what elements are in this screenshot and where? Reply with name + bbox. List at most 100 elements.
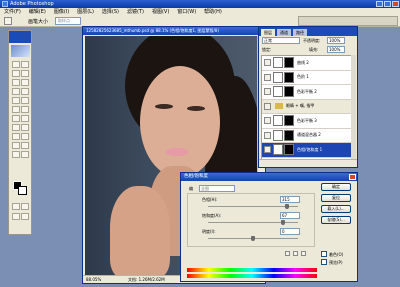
- zoom-tool-icon[interactable]: [21, 151, 29, 158]
- eyedropper-minus-icon[interactable]: [301, 251, 306, 256]
- tab-layers[interactable]: 图层: [261, 29, 275, 36]
- eye-icon[interactable]: [264, 146, 271, 154]
- lasso-tool-icon[interactable]: [12, 70, 20, 77]
- type-tool-icon[interactable]: [21, 124, 29, 131]
- lightness-slider-thumb[interactable]: [251, 236, 255, 241]
- maximize-icon[interactable]: [384, 1, 391, 7]
- standard-mode-icon[interactable]: [12, 203, 20, 210]
- layer-row-active[interactable]: 色相/饱和度 1: [262, 143, 354, 158]
- layer-mask-thumbnail[interactable]: [284, 129, 294, 141]
- dodge-tool-icon[interactable]: [21, 115, 29, 122]
- window-controls: [376, 1, 399, 7]
- reset-button[interactable]: 复位: [321, 194, 351, 202]
- zoom-level[interactable]: 88.05%: [86, 276, 101, 284]
- edit-range-select[interactable]: 全图: [199, 185, 235, 192]
- ok-button[interactable]: 确定: [321, 183, 351, 191]
- eyedropper-plus-icon[interactable]: [293, 251, 298, 256]
- eye-icon[interactable]: [264, 117, 271, 125]
- menu-filter[interactable]: 滤镜(T): [127, 8, 144, 15]
- dialog-title[interactable]: 色相/饱和度: [181, 173, 357, 181]
- layer-row[interactable]: 曲线 2: [262, 56, 354, 71]
- adjustment-thumbnail: [273, 57, 283, 69]
- menu-window[interactable]: 窗口(W): [177, 8, 196, 15]
- move-tool-icon[interactable]: [21, 61, 29, 68]
- photoshop-logo: [11, 45, 30, 57]
- menu-select[interactable]: 选择(S): [102, 8, 119, 15]
- close-icon[interactable]: [349, 174, 356, 180]
- hand-tool-icon[interactable]: [12, 151, 20, 158]
- clone-stamp-tool-icon[interactable]: [12, 97, 20, 104]
- toolbox-header: [9, 31, 31, 43]
- preview-checkbox[interactable]: 预览(P): [321, 259, 343, 266]
- path-selection-tool-icon[interactable]: [12, 124, 20, 131]
- tab-paths[interactable]: 路径: [293, 29, 307, 36]
- layer-row[interactable]: 色阶 1: [262, 71, 354, 85]
- pen-tool-icon[interactable]: [12, 133, 20, 140]
- eye-icon[interactable]: [264, 88, 271, 96]
- layer-mask-thumbnail[interactable]: [284, 86, 294, 98]
- screen-mode-icon[interactable]: [12, 213, 20, 220]
- eyedropper-icon[interactable]: [285, 251, 290, 256]
- layer-row[interactable]: 通道混合器 2: [262, 129, 354, 143]
- hue-input[interactable]: 315: [280, 196, 300, 203]
- menu-layer[interactable]: 图层(L): [77, 8, 94, 15]
- menu-file[interactable]: 文件(F): [4, 8, 21, 15]
- hue-saturation-dialog: 色相/饱和度 编 全图 色相(H): 315 饱和度(A): 67 明度(I):…: [180, 172, 358, 282]
- background-color-swatch[interactable]: [18, 186, 27, 195]
- layer-mask-thumbnail[interactable]: [284, 115, 294, 127]
- menu-image[interactable]: 图像(I): [54, 8, 69, 15]
- close-icon[interactable]: [392, 1, 399, 7]
- crop-tool-icon[interactable]: [12, 79, 20, 86]
- eyedropper-tool-icon[interactable]: [4, 17, 12, 25]
- brush-tool-icon[interactable]: [21, 88, 29, 95]
- layers-blend-row: 正常 不透明度: 100%: [259, 37, 357, 45]
- saturation-input[interactable]: 67: [280, 212, 300, 219]
- shape-tool-icon[interactable]: [21, 133, 29, 140]
- eye-icon[interactable]: [264, 102, 271, 110]
- menu-help[interactable]: 帮助(H): [204, 8, 222, 15]
- document-title[interactable]: 12582825623685_mthumb.psd @ 88.1% (色相/饱和…: [83, 27, 265, 35]
- layer-group-row[interactable]: 眼睛 + 嘴, 指甲: [262, 99, 354, 114]
- full-screen-mode-icon[interactable]: [21, 213, 29, 220]
- quick-mask-mode-icon[interactable]: [21, 203, 29, 210]
- layer-mask-thumbnail[interactable]: [284, 144, 294, 156]
- tab-channels[interactable]: 通道: [277, 29, 291, 36]
- saturation-slider-thumb[interactable]: [281, 220, 286, 225]
- marquee-tool-icon[interactable]: [12, 61, 20, 68]
- layer-row[interactable]: 色彩平衡 3: [262, 114, 354, 129]
- layer-mask-thumbnail[interactable]: [284, 57, 294, 69]
- layer-row[interactable]: 色彩平衡 2: [262, 85, 354, 100]
- slice-tool-icon[interactable]: [21, 79, 29, 86]
- portrait-face: [140, 66, 220, 178]
- notes-tool-icon[interactable]: [12, 142, 20, 149]
- minimize-icon[interactable]: [376, 1, 383, 7]
- layer-name: 色相/饱和度 1: [297, 146, 323, 152]
- opacity-input[interactable]: 100%: [327, 37, 345, 44]
- menu-bar: 文件(F) 编辑(E) 图像(I) 图层(L) 选择(S) 滤镜(T) 视图(V…: [0, 8, 400, 15]
- menu-view[interactable]: 视图(V): [152, 8, 169, 15]
- history-brush-tool-icon[interactable]: [21, 97, 29, 104]
- hue-slider-thumb[interactable]: [284, 204, 289, 209]
- magic-wand-tool-icon[interactable]: [21, 70, 29, 77]
- eye-icon[interactable]: [264, 59, 271, 67]
- layer-name: 眼睛 + 嘴, 指甲: [286, 103, 315, 109]
- eye-icon[interactable]: [264, 73, 271, 81]
- lightness-input[interactable]: 0: [280, 228, 300, 235]
- eyedropper-icon[interactable]: [21, 142, 29, 149]
- load-button[interactable]: 载入(L)...: [321, 205, 351, 213]
- blend-mode-select[interactable]: 正常: [262, 37, 300, 44]
- sample-size-select[interactable]: 取样点: [55, 17, 81, 25]
- layers-scrollbar[interactable]: [351, 55, 356, 160]
- eraser-tool-icon[interactable]: [12, 106, 20, 113]
- color-bar-input: [187, 268, 317, 272]
- blur-tool-icon[interactable]: [12, 115, 20, 122]
- fill-input[interactable]: 100%: [327, 46, 345, 53]
- gradient-tool-icon[interactable]: [21, 106, 29, 113]
- colorize-checkbox[interactable]: 着色(O): [321, 251, 343, 258]
- layer-mask-thumbnail[interactable]: [284, 71, 294, 83]
- save-button[interactable]: 存储(S)...: [321, 216, 351, 224]
- eye-icon[interactable]: [264, 131, 271, 139]
- healing-brush-tool-icon[interactable]: [12, 88, 20, 95]
- layers-panel-tabs: 图层 通道 路径: [259, 27, 357, 36]
- menu-edit[interactable]: 编辑(E): [29, 8, 46, 15]
